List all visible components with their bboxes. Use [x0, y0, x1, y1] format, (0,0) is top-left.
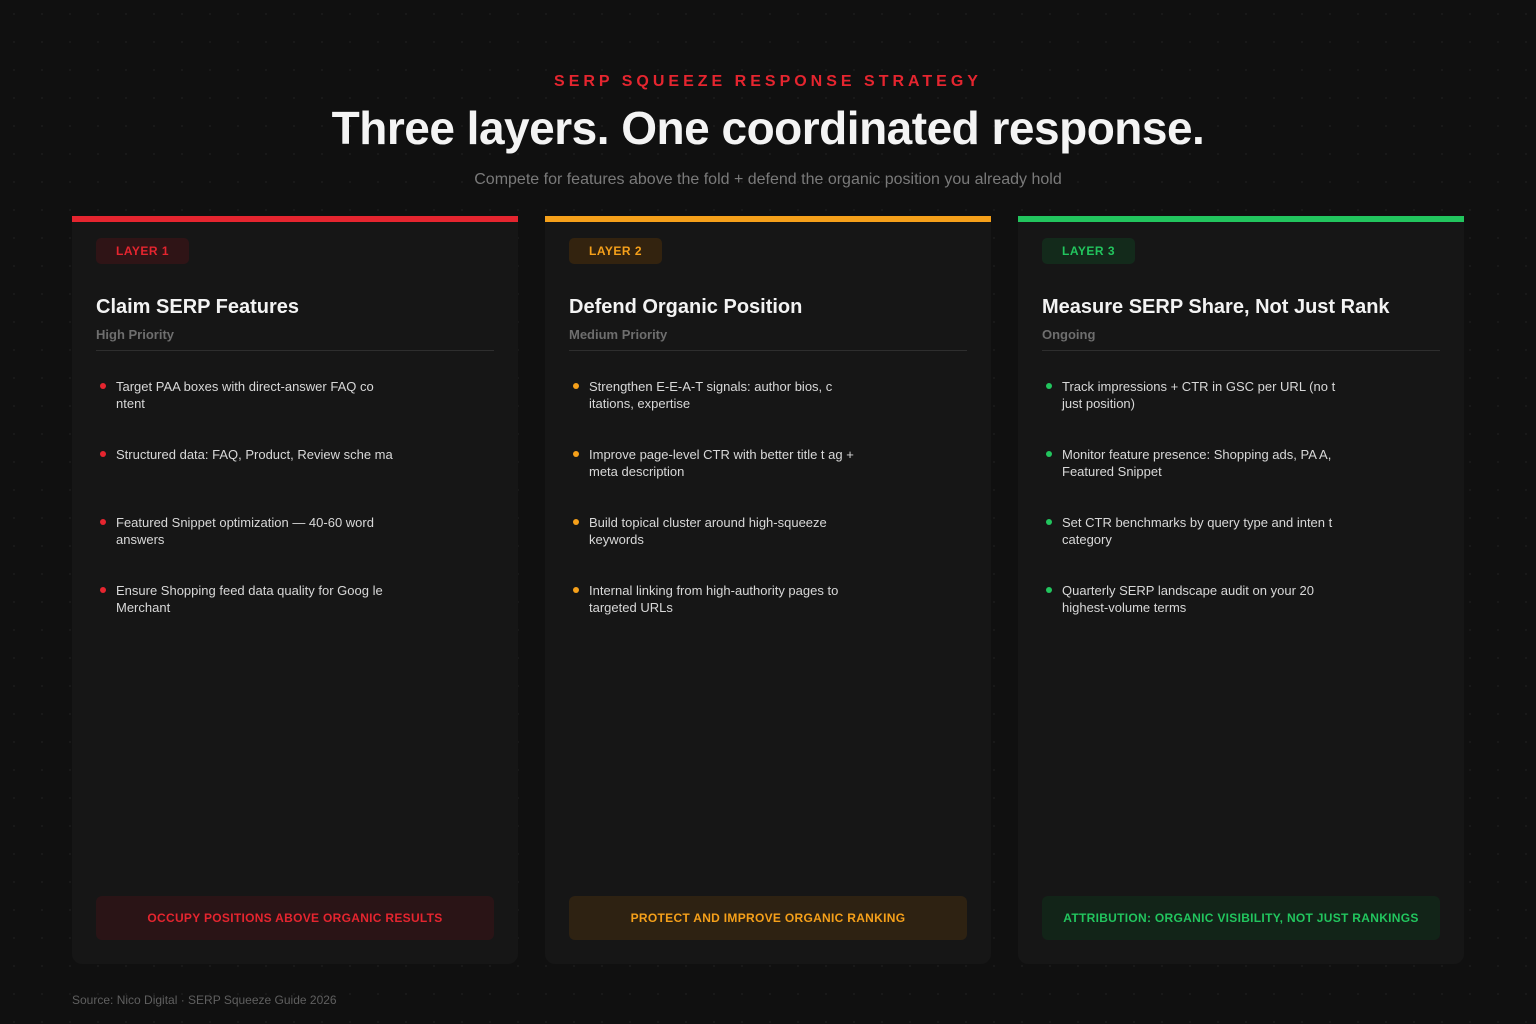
bullet-dot-icon [573, 519, 579, 525]
card-title: Defend Organic Position [569, 296, 803, 318]
page-kicker: SERP SQUEEZE RESPONSE STRATEGY [554, 73, 982, 90]
list-item-text: Featured Snippet optimization — 40-60 wo… [116, 515, 374, 547]
card-title: Measure SERP Share, Not Just Rank [1042, 296, 1390, 318]
list-item: Internal linking from high-authority pag… [569, 582, 869, 650]
page-subtitle: Compete for features above the fold + de… [474, 171, 1062, 188]
card-item-list: Target PAA boxes with direct-answer FAQ … [96, 378, 396, 650]
bullet-dot-icon [100, 519, 106, 525]
list-item-text: Track impressions + CTR in GSC per URL (… [1062, 379, 1336, 411]
card-divider [569, 350, 967, 351]
layer-card-2: LAYER 2 Defend Organic Position Medium P… [545, 216, 991, 964]
bullet-dot-icon [1046, 451, 1052, 457]
card-footer-banner: ATTRIBUTION: ORGANIC VISIBILITY, NOT JUS… [1042, 896, 1440, 940]
bullet-dot-icon [100, 587, 106, 593]
list-item: Improve page-level CTR with better title… [569, 446, 869, 514]
page-title: Three layers. One coordinated response. [331, 102, 1205, 154]
card-item-list: Strengthen E-E-A-T signals: author bios,… [569, 378, 869, 650]
list-item: Set CTR benchmarks by query type and int… [1042, 514, 1342, 582]
layer-card-3: LAYER 3 Measure SERP Share, Not Just Ran… [1018, 216, 1464, 964]
bullet-dot-icon [100, 383, 106, 389]
list-item-text: Build topical cluster around high-squeez… [589, 515, 827, 547]
list-item: Strengthen E-E-A-T signals: author bios,… [569, 378, 869, 446]
bullet-dot-icon [1046, 383, 1052, 389]
bullet-dot-icon [573, 451, 579, 457]
source-caption: Source: Nico Digital · SERP Squeeze Guid… [72, 993, 337, 1007]
page-header: SERP SQUEEZE RESPONSE STRATEGY Three lay… [0, 72, 1536, 190]
list-item-text: Target PAA boxes with direct-answer FAQ … [116, 379, 374, 411]
list-item: Track impressions + CTR in GSC per URL (… [1042, 378, 1342, 446]
card-divider [1042, 350, 1440, 351]
list-item-text: Structured data: FAQ, Product, Review sc… [116, 447, 393, 462]
card-divider [96, 350, 494, 351]
list-item: Target PAA boxes with direct-answer FAQ … [96, 378, 396, 446]
list-item: Ensure Shopping feed data quality for Go… [96, 582, 396, 650]
list-item-text: Quarterly SERP landscape audit on your 2… [1062, 583, 1314, 615]
card-footer-banner: PROTECT AND IMPROVE ORGANIC RANKING [569, 896, 967, 940]
layer-cards: LAYER 1 Claim SERP Features High Priorit… [72, 216, 1464, 964]
layer-badge: LAYER 1 [96, 238, 190, 264]
card-priority: Medium Priority [569, 327, 668, 342]
bullet-dot-icon [1046, 587, 1052, 593]
card-priority: High Priority [96, 327, 175, 342]
list-item: Monitor feature presence: Shopping ads, … [1042, 446, 1342, 514]
list-item-text: Monitor feature presence: Shopping ads, … [1062, 447, 1332, 479]
bullet-dot-icon [1046, 519, 1052, 525]
card-footer-banner: OCCUPY POSITIONS ABOVE ORGANIC RESULTS [96, 896, 494, 940]
list-item-text: Ensure Shopping feed data quality for Go… [116, 583, 383, 615]
list-item: Quarterly SERP landscape audit on your 2… [1042, 582, 1342, 650]
layer-badge: LAYER 3 [1042, 238, 1136, 264]
list-item: Structured data: FAQ, Product, Review sc… [96, 446, 396, 514]
card-title: Claim SERP Features [96, 296, 300, 318]
card-item-list: Track impressions + CTR in GSC per URL (… [1042, 378, 1342, 650]
list-item-text: Set CTR benchmarks by query type and int… [1062, 515, 1333, 547]
list-item: Featured Snippet optimization — 40-60 wo… [96, 514, 396, 582]
list-item-text: Improve page-level CTR with better title… [589, 447, 854, 479]
layer-card-1: LAYER 1 Claim SERP Features High Priorit… [72, 216, 518, 964]
list-item-text: Internal linking from high-authority pag… [589, 583, 839, 615]
bullet-dot-icon [100, 451, 106, 457]
bullet-dot-icon [573, 383, 579, 389]
list-item-text: Strengthen E-E-A-T signals: author bios,… [589, 379, 833, 411]
bullet-dot-icon [573, 587, 579, 593]
list-item: Build topical cluster around high-squeez… [569, 514, 869, 582]
card-priority: Ongoing [1042, 327, 1096, 342]
layer-badge: LAYER 2 [569, 238, 663, 264]
